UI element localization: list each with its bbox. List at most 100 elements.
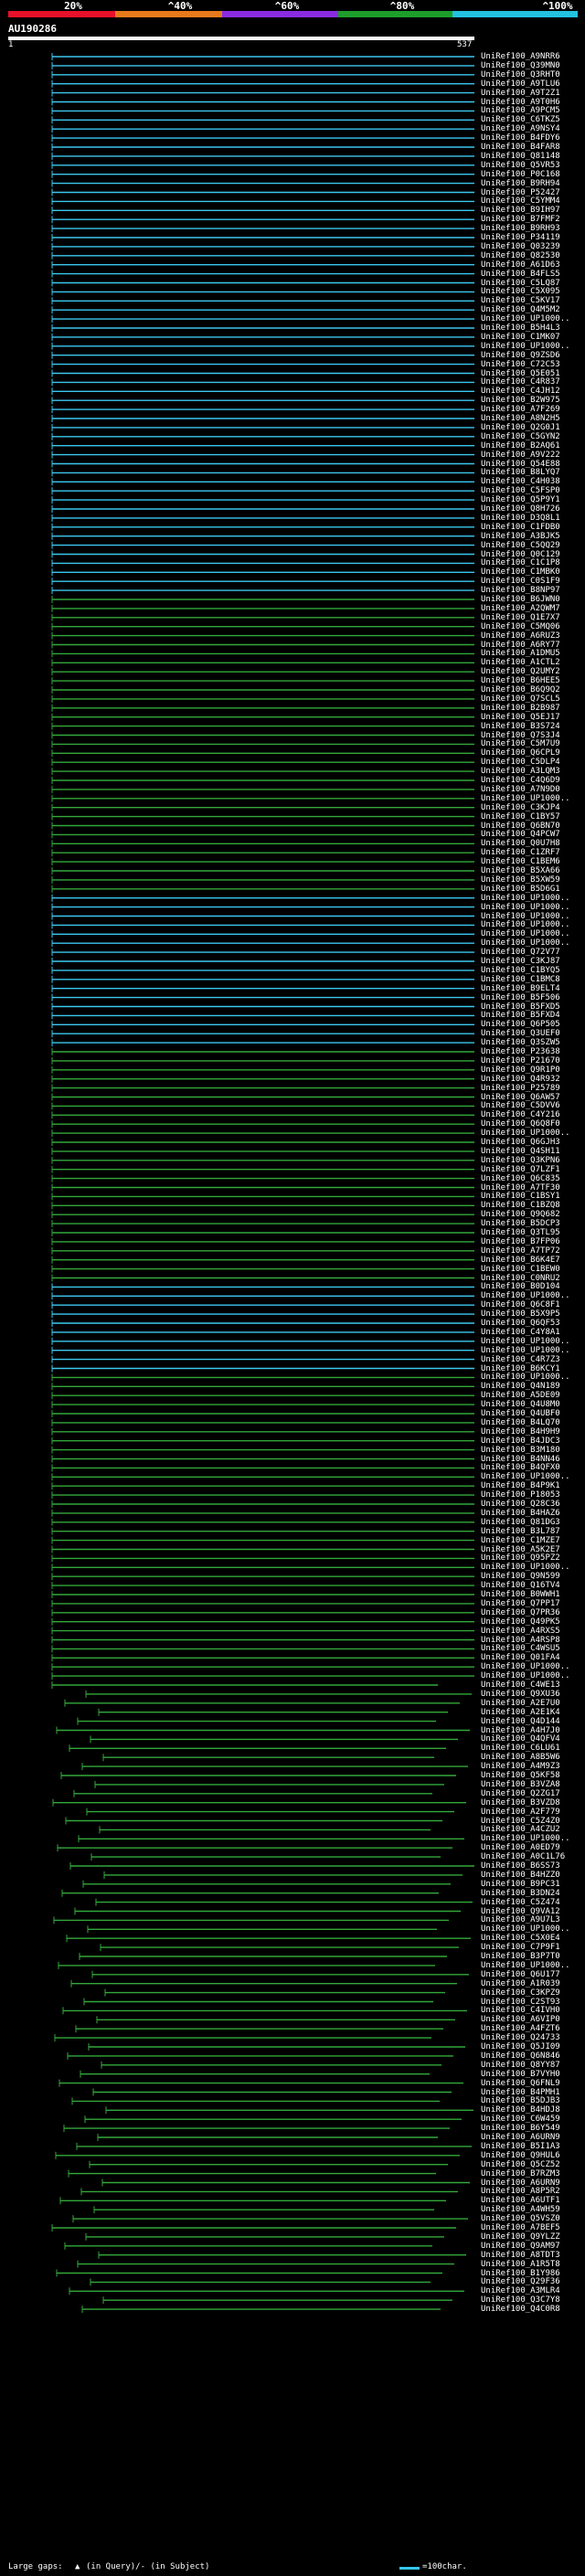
hit-label[interactable]: UniRef100_Q7PR36 <box>481 1608 560 1617</box>
hit-label[interactable]: UniRef100_A9V222 <box>481 451 560 460</box>
hit-label[interactable]: UniRef100_C6W459 <box>481 2115 560 2124</box>
hit-label[interactable]: UniRef100_B3P7T0 <box>481 1952 560 1961</box>
hit-label[interactable]: UniRef100_Q5KF58 <box>481 1771 560 1780</box>
hit-label[interactable]: UniRef100_A2E1K4 <box>481 1708 560 1717</box>
hit-label[interactable]: UniRef100_A4H7J0 <box>481 1726 560 1735</box>
hit-label[interactable]: UniRef100_A7F269 <box>481 405 560 414</box>
hit-label[interactable]: UniRef100_C1BEM6 <box>481 857 560 866</box>
hit-label[interactable]: UniRef100_B6HEE5 <box>481 676 560 685</box>
hit-label[interactable]: UniRef100_A7N9D0 <box>481 785 560 794</box>
hit-label[interactable]: UniRef100_Q4D144 <box>481 1717 560 1726</box>
hit-label[interactable]: UniRef100_Q5P9Y1 <box>481 495 560 504</box>
hit-label[interactable]: UniRef100_Q4N189 <box>481 1382 560 1391</box>
hit-label[interactable]: UniRef100_C4IVH0 <box>481 2006 560 2015</box>
hit-label[interactable]: UniRef100_Q16TV4 <box>481 1581 560 1590</box>
hit-label[interactable]: UniRef100_A9NRR6 <box>481 52 560 61</box>
hit-label[interactable]: UniRef100_B4HDJ8 <box>481 2105 560 2115</box>
hit-label[interactable]: UniRef100_UP1000.. <box>481 1472 570 1481</box>
hit-label[interactable]: UniRef100_C5GYN2 <box>481 432 560 441</box>
hit-label[interactable]: UniRef100_A2E7U0 <box>481 1699 560 1708</box>
hit-label[interactable]: UniRef100_B5I1A3 <box>481 2142 560 2151</box>
hit-label[interactable]: UniRef100_C5X095 <box>481 287 560 296</box>
hit-label[interactable]: UniRef100_Q82530 <box>481 251 560 260</box>
hit-label[interactable]: UniRef100_A5DE09 <box>481 1391 560 1400</box>
hit-label[interactable]: UniRef100_UP1000.. <box>481 912 570 921</box>
hit-label[interactable]: UniRef100_A6RUZ3 <box>481 631 560 641</box>
hit-label[interactable]: UniRef100_A0ED79 <box>481 1843 560 1852</box>
hit-label[interactable]: UniRef100_Q6CPL9 <box>481 748 560 758</box>
hit-label[interactable]: UniRef100_C1BY57 <box>481 812 560 822</box>
hit-label[interactable]: UniRef100_Q7PP17 <box>481 1599 560 1608</box>
hit-label[interactable]: UniRef100_A7TF30 <box>481 1183 560 1193</box>
hit-label[interactable]: UniRef100_P52427 <box>481 188 560 197</box>
hit-label[interactable]: UniRef100_B7VYH0 <box>481 2070 560 2079</box>
hit-label[interactable]: UniRef100_A4M9Z3 <box>481 1762 560 1771</box>
hit-label[interactable]: UniRef100_UP1000.. <box>481 920 570 929</box>
hit-label[interactable]: UniRef100_B0WWH1 <box>481 1590 560 1599</box>
hit-label[interactable]: UniRef100_C4Q6D9 <box>481 776 560 785</box>
hit-label[interactable]: UniRef100_B9IH97 <box>481 206 560 215</box>
hit-label[interactable]: UniRef100_C1FDB0 <box>481 523 560 532</box>
hit-label[interactable]: UniRef100_D3Q8L1 <box>481 514 560 523</box>
hit-label[interactable]: UniRef100_P25789 <box>481 1084 560 1093</box>
hit-label[interactable]: UniRef100_Q5CZ52 <box>481 2160 560 2169</box>
hit-label[interactable]: UniRef100_A5K2E7 <box>481 1545 560 1554</box>
hit-label[interactable]: UniRef100_B2B987 <box>481 704 560 713</box>
hit-label[interactable]: UniRef100_C4H038 <box>481 477 560 486</box>
hit-label[interactable]: UniRef100_Q9YLZZ <box>481 2232 560 2242</box>
hit-label[interactable]: UniRef100_UP1000.. <box>481 903 570 912</box>
hit-label[interactable]: UniRef100_Q2UMY2 <box>481 667 560 676</box>
hit-label[interactable]: UniRef100_Q4QFV4 <box>481 1734 560 1744</box>
hit-label[interactable]: UniRef100_Q3KPN6 <box>481 1156 560 1165</box>
hit-label[interactable]: UniRef100_UP1000.. <box>481 894 570 903</box>
hit-label[interactable]: UniRef100_B7FP06 <box>481 1237 560 1246</box>
hit-label[interactable]: UniRef100_B3VZA8 <box>481 1780 560 1789</box>
hit-label[interactable]: UniRef100_C3KPZ9 <box>481 1988 560 1998</box>
hit-label[interactable]: UniRef100_Q3SZW5 <box>481 1038 560 1047</box>
hit-label[interactable]: UniRef100_Q49PK5 <box>481 1617 560 1627</box>
hit-label[interactable]: UniRef100_Q6P505 <box>481 1020 560 1029</box>
hit-label[interactable]: UniRef100_Q3UEF0 <box>481 1029 560 1038</box>
hit-label[interactable]: UniRef100_Q8H726 <box>481 504 560 514</box>
hit-label[interactable]: UniRef100_C5Z4Z0 <box>481 1817 560 1826</box>
hit-label[interactable]: UniRef100_B8NP97 <box>481 586 560 595</box>
hit-label[interactable]: UniRef100_Q4R932 <box>481 1075 560 1084</box>
hit-label[interactable]: UniRef100_Q03239 <box>481 242 560 251</box>
hit-label[interactable]: UniRef100_A8B5W6 <box>481 1753 560 1762</box>
hit-label[interactable]: UniRef100_B9RH94 <box>481 179 560 188</box>
hit-label[interactable]: UniRef100_Q7LZF1 <box>481 1165 560 1174</box>
hit-label[interactable]: UniRef100_B2AQ61 <box>481 441 560 451</box>
hit-label[interactable]: UniRef100_C5KV17 <box>481 296 560 305</box>
hit-label[interactable]: UniRef100_Q72V77 <box>481 948 560 957</box>
hit-label[interactable]: UniRef100_A1R039 <box>481 1979 560 1988</box>
hit-label[interactable]: UniRef100_C1C1P8 <box>481 558 560 567</box>
hit-label[interactable]: UniRef100_Q6Q8F0 <box>481 1119 560 1129</box>
hit-label[interactable]: UniRef100_Q4UBF0 <box>481 1409 560 1418</box>
hit-label[interactable]: UniRef100_UP1000.. <box>481 929 570 938</box>
hit-label[interactable]: UniRef100_C5LQ87 <box>481 279 560 288</box>
hit-label[interactable]: UniRef100_Q6QF53 <box>481 1319 560 1328</box>
hit-label[interactable]: UniRef100_B3S724 <box>481 722 560 731</box>
hit-label[interactable]: UniRef100_A4RXS5 <box>481 1627 560 1636</box>
hit-label[interactable]: UniRef100_Q5EJ17 <box>481 713 560 722</box>
hit-label[interactable]: UniRef100_Q8YY87 <box>481 2061 560 2070</box>
hit-label[interactable]: UniRef100_B4FLS5 <box>481 270 560 279</box>
hit-label[interactable]: UniRef100_A6VIP0 <box>481 2015 560 2024</box>
hit-label[interactable]: UniRef100_A4WH59 <box>481 2205 560 2214</box>
hit-label[interactable]: UniRef100_Q7SCL5 <box>481 694 560 704</box>
hit-label[interactable]: UniRef100_UP1000.. <box>481 1373 570 1382</box>
hit-label[interactable]: UniRef100_Q0C129 <box>481 550 560 559</box>
hit-label[interactable]: UniRef100_B8LYQ7 <box>481 468 560 477</box>
hit-label[interactable]: UniRef100_C4R7Z3 <box>481 1355 560 1364</box>
hit-label[interactable]: UniRef100_C5YMM4 <box>481 196 560 206</box>
hit-label[interactable]: UniRef100_B5FXD5 <box>481 1002 560 1012</box>
hit-label[interactable]: UniRef100_A7TP72 <box>481 1246 560 1256</box>
hit-label[interactable]: UniRef100_Q9XU36 <box>481 1690 560 1699</box>
hit-label[interactable]: UniRef100_Q6U177 <box>481 1970 560 1979</box>
hit-label[interactable]: UniRef100_A6URN9 <box>481 2178 560 2188</box>
hit-label[interactable]: UniRef100_B5D6G1 <box>481 885 560 894</box>
hit-label[interactable]: UniRef100_A4CZU2 <box>481 1825 560 1834</box>
hit-label[interactable]: UniRef100_C6TKZ5 <box>481 115 560 124</box>
hit-label[interactable]: UniRef100_C5DVV6 <box>481 1101 560 1110</box>
hit-label[interactable]: UniRef100_B6Y549 <box>481 2124 560 2133</box>
